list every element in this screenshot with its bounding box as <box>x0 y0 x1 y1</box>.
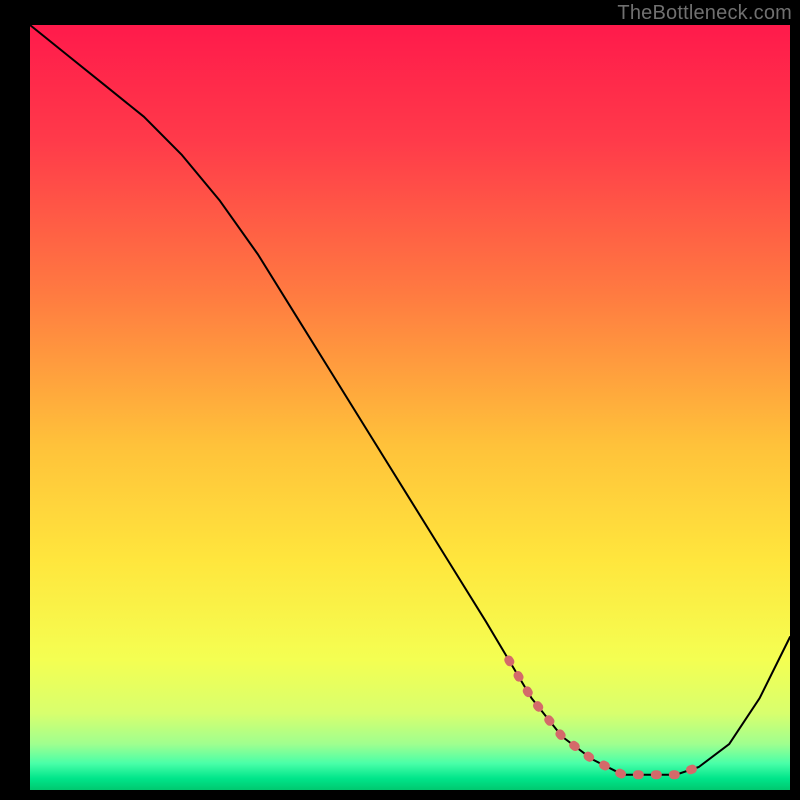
watermark-text: TheBottleneck.com <box>617 2 792 25</box>
chart-svg <box>0 0 800 800</box>
chart-stage: TheBottleneck.com <box>0 0 800 800</box>
